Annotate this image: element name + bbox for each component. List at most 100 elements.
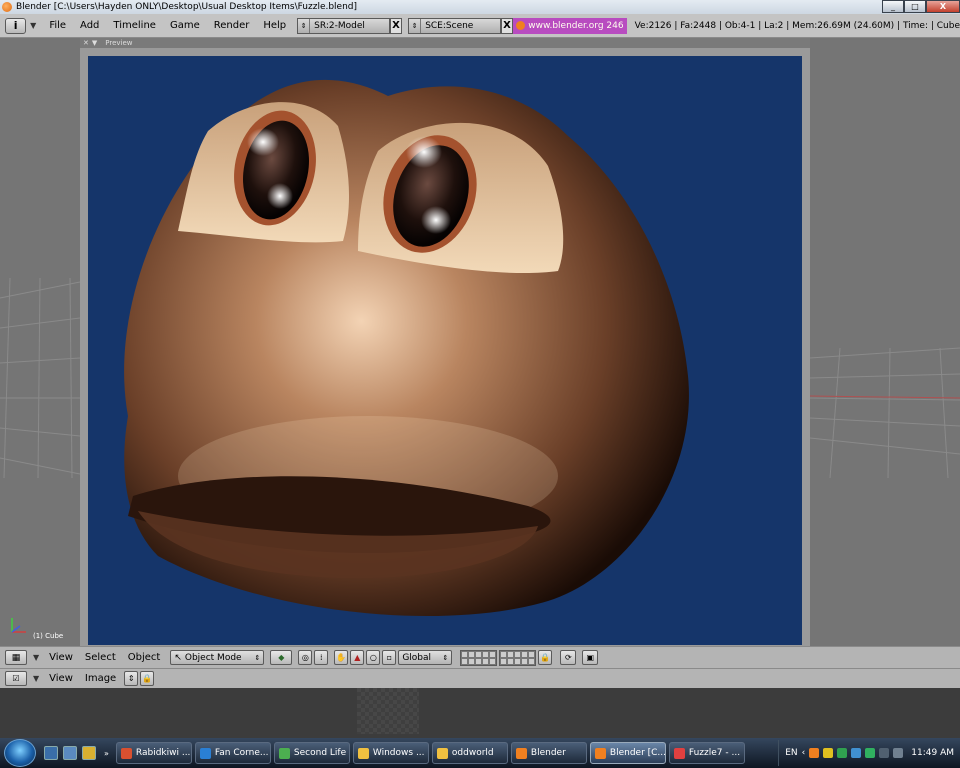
taskbar-button[interactable]: Fan Corne... [194,742,271,764]
layer-buttons-2[interactable] [499,649,537,666]
taskbar-label: Blender [C... [609,748,666,758]
layer-buttons-1[interactable] [460,649,498,666]
preview-collapse-icon[interactable]: ▼ [92,39,97,47]
volume-icon[interactable] [893,748,904,758]
second-life-icon [278,747,290,759]
blender-url-label[interactable]: www.blender.org 246 [513,17,627,34]
dots-icon: ⁞ [320,653,323,662]
menu-render[interactable]: Render [207,20,257,31]
taskbar-button[interactable]: Rabidkiwi ... [115,742,192,764]
close-button[interactable]: X [926,0,960,13]
minimize-button[interactable]: _ [882,0,904,13]
right-eye-shine [406,136,442,168]
image-window-type-button[interactable]: ☑ [5,671,27,686]
3d-viewport[interactable]: ✕ ▼ Preview (1) Cube [0,38,960,646]
taskbar-button[interactable]: Second Life [273,742,350,764]
mode-icon: ↖ [174,652,182,663]
taskbar-label: Blender [530,748,566,758]
pivot-options-button[interactable]: ⁞ [314,650,329,665]
media-player-icon[interactable] [82,746,96,760]
pin-image-button[interactable]: 🔒 [140,671,155,686]
circle-icon: ○ [369,653,377,662]
window-type-button[interactable]: ▦ [5,650,27,665]
scene-browse-icon[interactable]: ⇕ [409,18,422,33]
menu-timeline[interactable]: Timeline [106,20,163,31]
system-tray: EN ‹ 11:49 AM [778,740,960,766]
clock[interactable]: 11:49 AM [911,748,954,758]
taskbar-button[interactable]: Fuzzle7 - ... [668,742,745,764]
windows-taskbar: » Rabidkiwi ... Fan Corne... Second Life… [0,738,960,768]
left-eye-shine [247,128,279,156]
info-window-type-button[interactable]: i [5,17,27,34]
grid-view-icon: ▦ [11,652,21,663]
menu-image[interactable]: Image [79,673,122,684]
camera-icon: ▣ [586,653,595,662]
quicklaunch-more-icon[interactable]: » [104,749,109,758]
taskbar-button[interactable]: Windows ... [352,742,429,764]
menu-view[interactable]: View [43,673,79,684]
object-mode-value: Object Mode [184,652,242,663]
render-preview [88,56,802,645]
square-icon: ▫ [386,653,393,662]
menu-view[interactable]: View [43,652,79,663]
screen-browse-icon[interactable]: ⇕ [298,18,311,33]
language-indicator[interactable]: EN [785,748,797,758]
start-button[interactable] [4,739,36,767]
maximize-button[interactable]: □ [904,0,926,13]
rotate-manipulator[interactable]: ○ [366,650,381,665]
taskbar-button[interactable]: oddworld [431,742,508,764]
lock-layers-button[interactable]: 🔒 [538,650,553,665]
delete-screen-button[interactable]: X [389,17,403,34]
menu-game[interactable]: Game [163,20,207,31]
pivot-icon: ◎ [301,653,309,662]
screen-selector[interactable]: ⇕ SR:2-Model [297,17,390,34]
tray-app-icon[interactable] [865,748,876,758]
menu-help[interactable]: Help [256,20,293,31]
menu-add[interactable]: Add [73,20,106,31]
scene-name[interactable]: SCE:Scene [421,21,477,31]
switch-windows-icon[interactable] [63,746,77,760]
preview-title: Preview [105,39,133,47]
scene-selector[interactable]: ⇕ SCE:Scene [408,17,501,34]
url-text: www.blender.org 246 [528,20,624,31]
tray-expand-icon[interactable]: ‹ [802,748,806,758]
browse-image-button[interactable]: ⇕ [124,671,139,686]
preview-close-icon[interactable]: ✕ [83,39,89,47]
paint-icon [673,747,685,759]
render-preview-button[interactable]: ⟳ [560,650,577,665]
hand-icon: ✋ [336,653,347,662]
window-title: Blender [C:\Users\Hayden ONLY\Desktop\Us… [16,2,358,12]
image-editor-icon: ☑ [12,674,20,683]
menu-select[interactable]: Select [79,652,122,663]
image-editor-canvas[interactable] [0,688,960,738]
delete-scene-button[interactable]: X [500,17,514,34]
header-collapse-icon[interactable]: ▼ [30,21,36,30]
tray-app-icon[interactable] [823,748,834,758]
menu-file[interactable]: File [42,20,73,31]
taskbar-label: Fuzzle7 - ... [688,748,741,758]
screen-name[interactable]: SR:2-Model [310,21,369,31]
translate-manipulator[interactable]: ▲ [350,650,365,665]
show-desktop-icon[interactable] [44,746,58,760]
info-icon: i [13,19,18,32]
header-collapse-icon[interactable]: ▼ [33,653,39,662]
opengl-render-button[interactable]: ▣ [582,650,599,665]
draw-type-button[interactable]: ◆ [270,650,293,665]
object-mode-dropdown[interactable]: ↖ Object Mode ⇕ [170,650,265,665]
tray-app-icon[interactable] [837,748,848,758]
pivot-button[interactable]: ◎ [298,650,313,665]
header-collapse-icon[interactable]: ▼ [33,674,39,683]
taskbar-button-active[interactable]: Blender [C... [589,742,666,764]
tray-app-icon[interactable] [809,748,820,758]
menu-object[interactable]: Object [122,652,167,663]
shading-icon: ◆ [278,653,285,662]
image-editor-header: ☑ ▼ View Image ⇕ 🔒 [0,668,960,688]
lock-icon: 🔒 [540,653,551,662]
tray-app-icon[interactable] [851,748,862,758]
manipulator-toggle[interactable]: ✋ [334,650,349,665]
blender-app-icon [2,2,12,12]
scale-manipulator[interactable]: ▫ [382,650,397,665]
network-icon[interactable] [879,748,890,758]
taskbar-button[interactable]: Blender [510,742,587,764]
transform-orientation-dropdown[interactable]: Global ⇕ [398,650,453,665]
